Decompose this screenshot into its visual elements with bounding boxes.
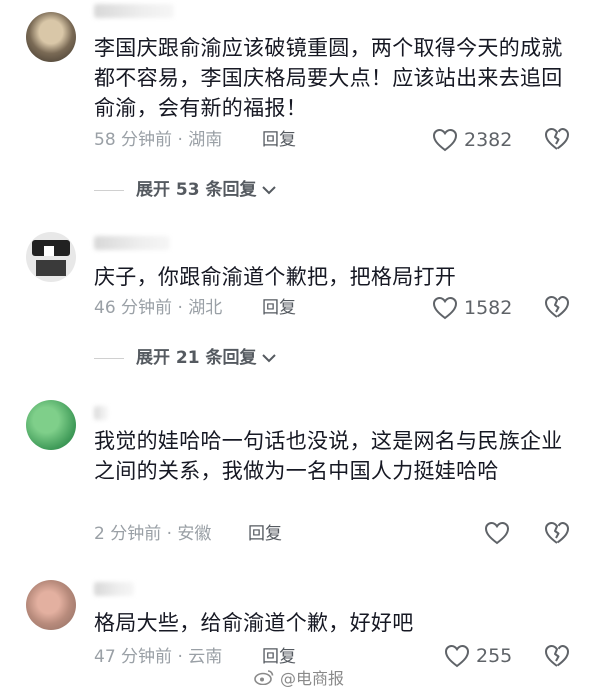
dislike-button[interactable] [544,127,570,151]
heart-icon [432,296,458,320]
like-count: 2382 [464,129,513,151]
divider-line [94,189,124,191]
reply-button[interactable]: 回复 [262,647,296,667]
comment-time-location: 58 分钟前 · 湖南 [94,130,223,150]
avatar[interactable] [26,232,76,282]
heart-icon [444,644,470,668]
chevron-down-icon [261,186,276,195]
like-count: 255 [476,645,513,667]
like-button[interactable]: 255 [444,644,512,668]
avatar[interactable] [26,580,76,630]
comment-text: 李国庆跟俞渝应该破镜重圆，两个取得今天的成就都不容易，李国庆格局要大点！应该站出… [94,36,563,120]
expand-replies-label: 展开 21 条回复 [136,348,257,368]
expand-replies-label: 展开 53 条回复 [136,180,257,200]
broken-heart-icon [545,521,570,544]
comment-text: 格局大些，给俞渝道个歉，好好吧 [94,611,414,635]
like-button[interactable] [484,521,510,545]
comment-text: 我觉的娃哈哈一句话也没说，这是网名与民族企业之间的关系，我做为一名中国人力挺娃哈… [94,429,563,483]
username-blurred[interactable] [94,406,108,420]
reply-button[interactable]: 回复 [248,524,282,544]
username-blurred[interactable] [94,582,134,596]
broken-heart-icon [545,644,570,667]
chevron-down-icon [261,354,276,363]
expand-replies-button[interactable]: 展开 21 条回复 [94,348,277,368]
comment-text: 庆子，你跟俞渝道个歉把，把格局打开 [94,265,457,289]
like-button[interactable]: 2382 [432,128,512,152]
heart-icon [432,128,458,152]
comment-time-location: 2 分钟前 · 安徽 [94,524,212,544]
dislike-button[interactable] [544,295,570,319]
divider-line [94,357,124,359]
dislike-button[interactable] [544,521,570,545]
comment-time-location: 46 分钟前 · 湖北 [94,298,223,318]
avatar[interactable] [26,12,76,62]
avatar[interactable] [26,400,76,450]
username-blurred[interactable] [94,4,174,18]
heart-icon [484,521,510,545]
like-count: 1582 [464,297,513,319]
broken-heart-icon [545,127,570,150]
expand-replies-button[interactable]: 展开 53 条回复 [94,180,277,200]
reply-button[interactable]: 回复 [262,130,296,150]
watermark: @电商报 [254,665,344,689]
reply-button[interactable]: 回复 [262,298,296,318]
dislike-button[interactable] [544,644,570,668]
weibo-icon [254,670,274,685]
broken-heart-icon [545,295,570,318]
like-button[interactable]: 1582 [432,296,512,320]
watermark-text: @电商报 [280,669,345,688]
username-blurred[interactable] [94,236,170,250]
comment-time-location: 47 分钟前 · 云南 [94,647,223,667]
